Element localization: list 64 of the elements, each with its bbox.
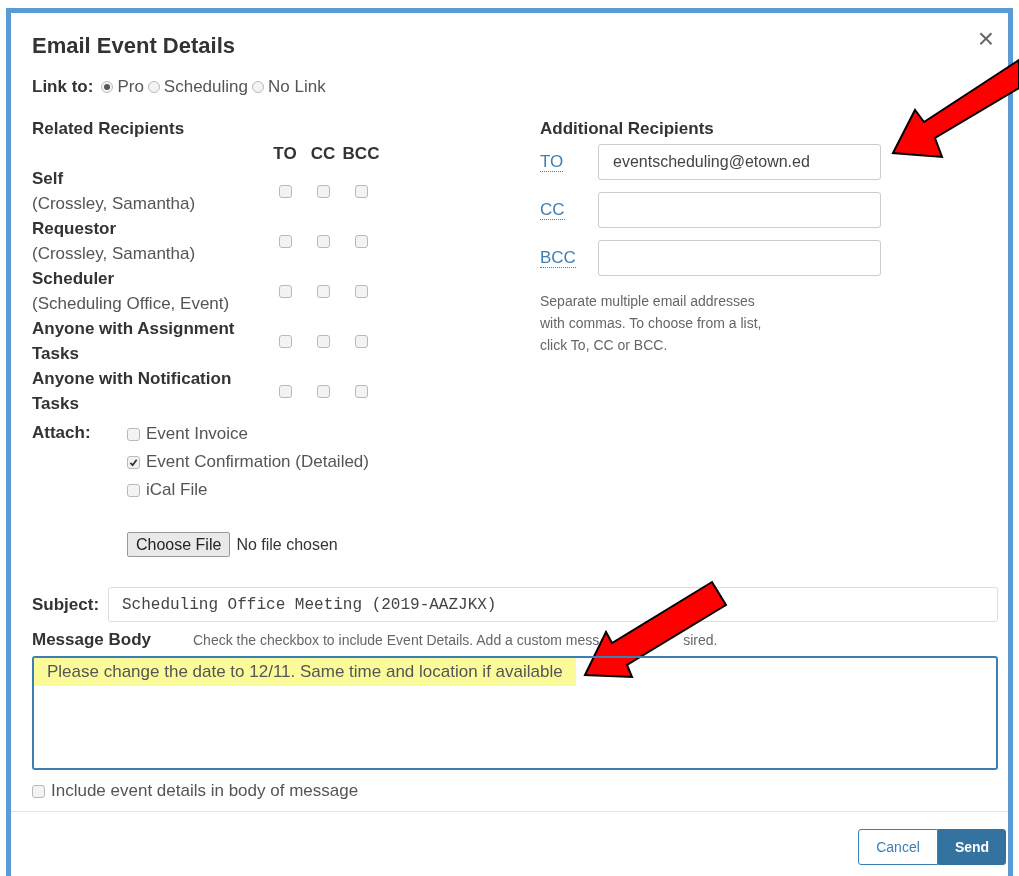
radio-button[interactable]: [101, 80, 114, 93]
checkbox[interactable]: [278, 184, 292, 198]
checkbox[interactable]: [127, 427, 140, 441]
checkbox[interactable]: [316, 334, 330, 348]
column-header: TO: [273, 143, 297, 165]
checkbox[interactable]: [127, 455, 140, 469]
recipient-link[interactable]: BCC: [540, 248, 576, 269]
checkbox-label[interactable]: iCal File: [146, 477, 208, 503]
checkbox[interactable]: [316, 284, 330, 298]
message-body-label: Message Body: [32, 629, 153, 652]
close-button[interactable]: ×: [977, 25, 994, 53]
column-header: CC: [310, 143, 336, 165]
checkbox[interactable]: [278, 384, 292, 398]
cancel-button[interactable]: Cancel: [858, 829, 938, 865]
subject-label: Subject:: [32, 593, 101, 616]
recipient-name: Anyone with Notification Tasks: [32, 368, 233, 415]
radio-button[interactable]: [252, 80, 264, 93]
recipient-link[interactable]: CC: [540, 200, 565, 221]
checkbox[interactable]: [316, 234, 330, 248]
recipient-detail: (Crossley, Samantha): [32, 193, 197, 215]
checkbox-label[interactable]: Event Confirmation (Detailed): [146, 449, 369, 475]
section-heading: Additional Recipients: [540, 117, 715, 140]
email-field[interactable]: eventscheduling@etown.ed: [598, 144, 881, 180]
message-field[interactable]: Please change the date to 12/11. Same time and location if available: [32, 656, 998, 770]
checkbox[interactable]: [32, 784, 45, 798]
recipient-detail: (Scheduling Office, Event): [32, 293, 231, 315]
checkbox-label[interactable]: Include event details in body of message: [51, 778, 359, 804]
radio-label[interactable]: Scheduling: [163, 74, 248, 100]
attach-label: Attach:: [32, 422, 92, 444]
radio-button[interactable]: [147, 80, 160, 93]
checkbox[interactable]: [278, 234, 292, 248]
choose-file-button[interactable]: Choose File: [127, 532, 231, 557]
checkbox[interactable]: [278, 334, 292, 348]
send-button[interactable]: Send: [938, 829, 1006, 865]
hint-text: Check the checkbox to include Event Details. Add a custom mess: [193, 630, 600, 650]
column-header: BCC: [342, 143, 380, 165]
message-text: Please change the date to 12/11. Same time and location if available: [34, 658, 576, 686]
checkbox[interactable]: [354, 184, 368, 198]
checkbox[interactable]: [316, 184, 330, 198]
hint-text: sired.: [683, 630, 718, 650]
checkbox[interactable]: [354, 384, 368, 398]
section-heading: Related Recipients: [32, 117, 186, 140]
recipient-name: Scheduler: [32, 268, 116, 290]
help-text: Separate multiple email addresses with commas. To choose from a list, click To, CC or BCC.: [540, 292, 763, 355]
email-field[interactable]: [598, 192, 881, 228]
checkbox[interactable]: [354, 334, 368, 348]
checkbox-label[interactable]: Event Invoice: [146, 421, 249, 447]
checkbox[interactable]: [354, 284, 368, 298]
dialog-title: Email Event Details: [32, 32, 235, 60]
recipient-name: Requestor: [32, 218, 118, 240]
checkbox[interactable]: [278, 284, 292, 298]
email-field[interactable]: [598, 240, 881, 276]
recipient-name: Self: [32, 168, 65, 190]
recipient-link[interactable]: TO: [540, 152, 564, 173]
radio-label[interactable]: No Link: [268, 74, 326, 100]
checkbox[interactable]: [127, 483, 140, 497]
checkbox[interactable]: [354, 234, 368, 248]
recipient-detail: (Crossley, Samantha): [32, 243, 197, 265]
link-to-label: Link to:: [32, 76, 94, 98]
radio-label[interactable]: Pro: [117, 74, 144, 100]
file-status: No file chosen: [236, 534, 338, 555]
checkbox[interactable]: [316, 384, 330, 398]
subject-field[interactable]: Scheduling Office Meeting (2019-AAZJKX): [108, 587, 998, 622]
recipient-name: Anyone with Assignment Tasks: [32, 318, 236, 365]
